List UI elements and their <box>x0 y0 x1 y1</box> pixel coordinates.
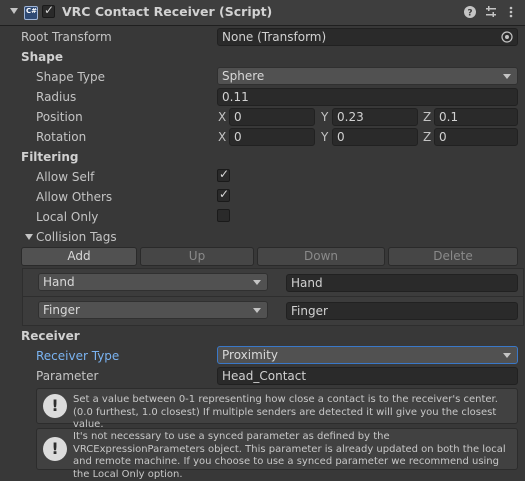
triangle-down-icon[interactable] <box>25 234 33 240</box>
root-transform-field[interactable]: None (Transform) <box>217 28 518 46</box>
checkmark-icon: ✓ <box>219 187 230 201</box>
allow-self-label: Allow Self <box>36 170 95 184</box>
down-tag-button[interactable]: Down <box>257 247 385 266</box>
parameter-label: Parameter <box>36 369 99 383</box>
radius-label: Radius <box>36 90 77 104</box>
receiver-type-label: Receiver Type <box>36 349 120 363</box>
position-label: Position <box>36 110 83 124</box>
local-only-label: Local Only <box>36 210 99 224</box>
tag-dropdown-finger[interactable]: Finger <box>38 301 268 319</box>
rotation-label: Rotation <box>36 130 87 144</box>
chevron-down-icon <box>253 280 261 285</box>
rotation-x-label: X <box>218 130 227 144</box>
position-z-field[interactable]: 0.1 <box>434 108 518 126</box>
kebab-menu-icon[interactable] <box>504 5 518 19</box>
component-header: ✓ VRC Contact Receiver (Script) ? <box>0 0 525 26</box>
object-picker-icon[interactable] <box>501 31 513 45</box>
collision-tags-label[interactable]: Collision Tags <box>36 229 117 245</box>
local-only-checkbox[interactable] <box>217 209 230 222</box>
position-x-label: X <box>218 110 227 124</box>
tag-field-finger[interactable]: Finger <box>286 302 518 320</box>
allow-others-checkbox[interactable]: ✓ <box>217 187 230 202</box>
receiver-section-header: Receiver <box>21 329 80 343</box>
proximity-help-box: ! Set a value between 0-1 representing h… <box>36 388 518 430</box>
shape-type-label: Shape Type <box>36 70 105 84</box>
checkmark-icon: ✓ <box>219 167 230 181</box>
synced-help-box: ! It's not necessary to use a synced par… <box>36 428 518 480</box>
triangle-down-icon[interactable] <box>10 8 18 14</box>
rotation-y-label: Y <box>321 130 329 144</box>
delete-tag-button[interactable]: Delete <box>388 247 518 266</box>
root-transform-value: None (Transform) <box>222 30 327 44</box>
receiver-type-dropdown[interactable]: Proximity <box>217 346 518 364</box>
position-x-field[interactable]: 0 <box>229 108 315 126</box>
parameter-field[interactable]: Head_Contact <box>217 367 518 385</box>
help-icon[interactable]: ? <box>463 5 477 19</box>
chevron-down-icon <box>503 74 511 79</box>
up-tag-button[interactable]: Up <box>140 247 254 266</box>
cs-script-icon <box>24 6 38 20</box>
rotation-y-field[interactable]: 0 <box>332 128 418 146</box>
filtering-section-header: Filtering <box>21 150 79 164</box>
tag-dropdown-value: Finger <box>43 303 80 317</box>
radius-field[interactable]: 0.11 <box>217 88 518 106</box>
shape-type-dropdown[interactable]: Sphere <box>217 67 518 85</box>
add-tag-button[interactable]: Add <box>21 247 137 266</box>
allow-self-checkbox[interactable]: ✓ <box>217 167 230 182</box>
rotation-z-field[interactable]: 0 <box>434 128 518 146</box>
root-transform-label: Root Transform <box>21 30 112 44</box>
position-z-label: Z <box>423 110 432 124</box>
shape-section-header: Shape <box>21 50 64 64</box>
checkmark-icon: ✓ <box>44 3 55 17</box>
allow-others-label: Allow Others <box>36 190 113 204</box>
tag-field-hand[interactable]: Hand <box>286 274 518 292</box>
position-y-label: Y <box>321 110 329 124</box>
position-y-field[interactable]: 0.23 <box>332 108 418 126</box>
receiver-type-value: Proximity <box>222 348 278 362</box>
rotation-z-label: Z <box>423 130 432 144</box>
component-enabled-checkbox[interactable]: ✓ <box>42 3 55 18</box>
presets-icon[interactable] <box>484 5 498 19</box>
shape-type-value: Sphere <box>222 69 265 83</box>
chevron-down-icon <box>503 353 511 358</box>
component-title: VRC Contact Receiver (Script) <box>62 4 273 19</box>
rotation-x-field[interactable]: 0 <box>229 128 315 146</box>
chevron-down-icon <box>253 308 261 313</box>
synced-help-text: It's not necessary to use a synced param… <box>73 431 506 480</box>
info-icon: ! <box>43 394 67 418</box>
info-icon: ! <box>43 437 67 461</box>
svg-text:?: ? <box>467 9 472 19</box>
tag-dropdown-value: Hand <box>43 275 75 289</box>
tag-dropdown-hand[interactable]: Hand <box>38 273 268 291</box>
proximity-help-text: Set a value between 0-1 representing how… <box>73 394 498 430</box>
